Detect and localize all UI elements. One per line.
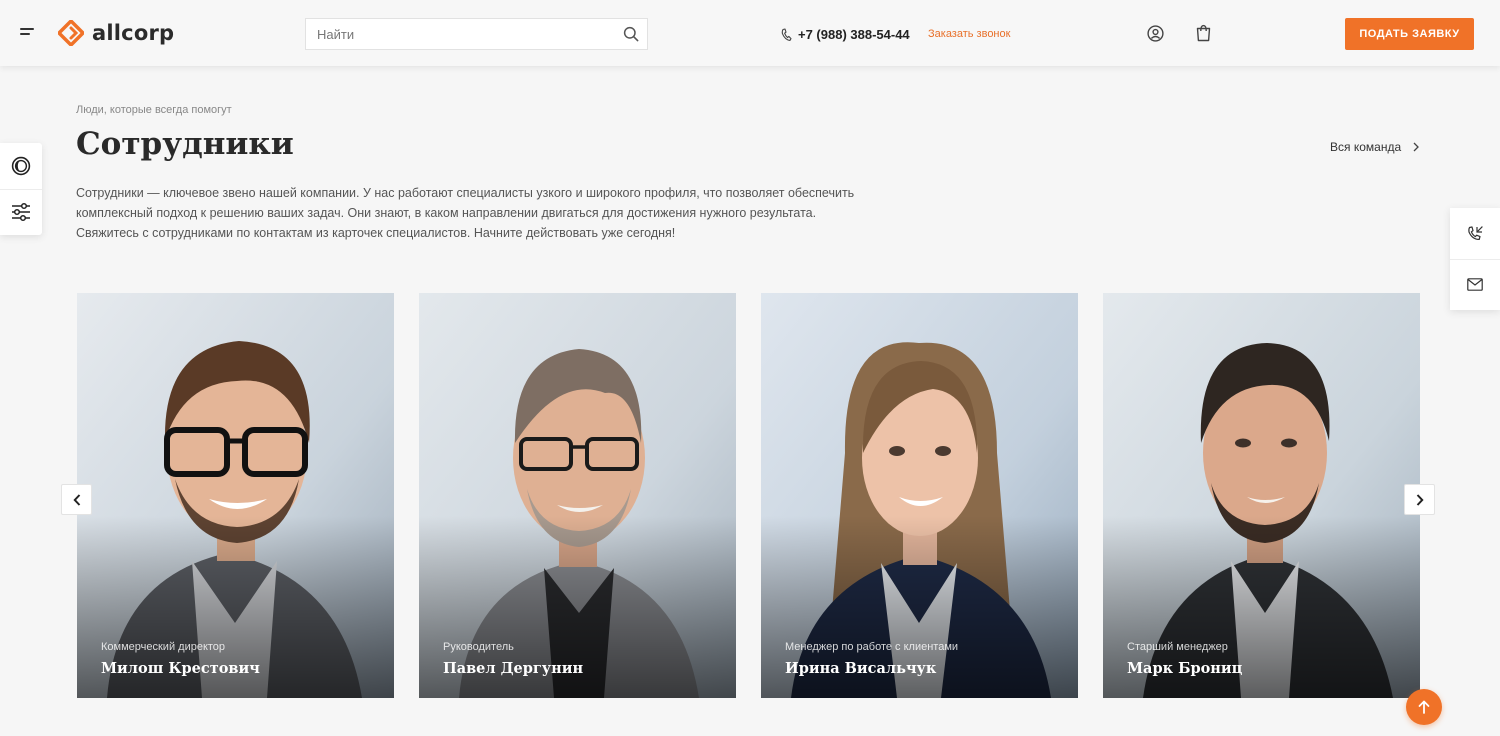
sliders-icon [12, 202, 30, 222]
header: allcorp +7 (988) 388-54-44 Заказать звон… [0, 0, 1500, 66]
employee-photo [761, 293, 1078, 698]
carousel-next-button[interactable] [1404, 484, 1435, 515]
employee-role: Старший менеджер [1127, 641, 1228, 653]
employee-card[interactable]: Менеджер по работе с клиентами Ирина Вис… [761, 293, 1078, 698]
employee-role: Менеджер по работе с клиентами [785, 641, 959, 653]
employee-role: Коммерческий директор [101, 641, 226, 653]
arrow-up-icon [1418, 700, 1430, 714]
chevron-left-icon [72, 493, 80, 506]
phone-number[interactable]: +7 (988) 388-54-44 [798, 27, 910, 42]
page-title: Сотрудники [76, 126, 294, 162]
logo-icon [58, 20, 84, 46]
callback-link[interactable]: Заказать звонок [928, 28, 1010, 40]
callback-widget-button[interactable] [1450, 208, 1500, 260]
all-team-label: Вся команда [1330, 140, 1402, 154]
burger-menu-icon[interactable] [20, 28, 36, 38]
employee-photo [1103, 293, 1420, 698]
submit-request-button[interactable]: ПОДАТЬ ЗАЯВКУ [1345, 18, 1474, 50]
theme-toggle-icon [11, 156, 31, 176]
search-icon[interactable] [623, 26, 639, 42]
left-tools-panel [0, 143, 42, 235]
employee-name[interactable]: Ирина Висальчук [785, 660, 936, 677]
section-description: Сотрудники — ключевое звено нашей компан… [76, 186, 855, 240]
employee-name[interactable]: Павел Дергунин [443, 660, 583, 677]
employee-photo [77, 293, 394, 698]
section-subtitle: Люди, которые всегда помогут [76, 104, 232, 116]
search-input[interactable] [306, 19, 617, 49]
employee-card[interactable]: Старший менеджер Марк Брониц [1103, 293, 1420, 698]
logo[interactable]: allcorp [58, 20, 174, 46]
right-contact-panel [1450, 208, 1500, 310]
employee-role: Руководитель [443, 641, 514, 653]
chevron-right-icon [1413, 142, 1420, 152]
employee-name[interactable]: Марк Брониц [1127, 660, 1242, 677]
search-box [305, 18, 648, 50]
filters-button[interactable] [0, 189, 42, 235]
mail-widget-button[interactable] [1450, 259, 1500, 310]
mail-icon [1467, 278, 1483, 291]
all-team-link[interactable]: Вся команда [1330, 140, 1420, 154]
user-icon[interactable] [1147, 25, 1164, 42]
phone-block[interactable]: +7 (988) 388-54-44 [780, 27, 910, 42]
phone-callback-icon [1468, 225, 1483, 240]
employee-card[interactable]: Коммерческий директор Милош Крестович [77, 293, 394, 698]
scroll-top-button[interactable] [1406, 689, 1442, 725]
theme-toggle-button[interactable] [0, 143, 42, 190]
employee-name[interactable]: Милош Крестович [101, 660, 260, 677]
brand-name: allcorp [92, 21, 175, 45]
employee-photo [419, 293, 736, 698]
chevron-right-icon [1416, 493, 1424, 506]
cart-icon[interactable] [1195, 24, 1212, 42]
phone-icon [781, 27, 792, 41]
employee-card[interactable]: Руководитель Павел Дергунин [419, 293, 736, 698]
carousel-prev-button[interactable] [61, 484, 92, 515]
